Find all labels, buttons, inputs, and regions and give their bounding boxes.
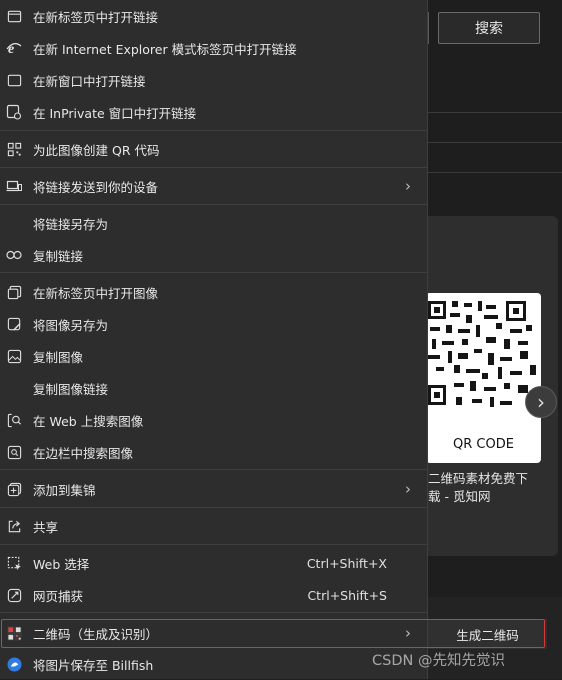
menu-item-copy-image-link[interactable]: 复制图像链接	[0, 372, 427, 404]
ie-icon: e	[6, 40, 22, 56]
menu-item-open-link-ie-mode[interactable]: e 在新 Internet Explorer 模式标签页中打开链接	[0, 32, 427, 64]
card-caption-line: 二维码素材免费下	[428, 471, 529, 486]
menu-item-search-image-sidebar[interactable]: 在边栏中搜索图像	[0, 436, 427, 468]
context-menu: 在新标签页中打开链接 e 在新 Internet Explorer 模式标签页中…	[0, 0, 428, 679]
menu-item-label: 共享	[33, 519, 59, 535]
menu-item-copy-image[interactable]: 复制图像	[0, 340, 427, 372]
menu-item-open-link-new-tab[interactable]: 在新标签页中打开链接	[0, 0, 427, 32]
menu-item-send-to-devices[interactable]: 将链接发送到你的设备 ›	[0, 170, 427, 202]
highlight-outline	[1, 619, 545, 648]
search-button[interactable]: 搜索	[438, 12, 540, 44]
menu-item-label: 在新标签页中打开链接	[33, 9, 159, 25]
menu-item-search-image-web[interactable]: 在 Web 上搜索图像	[0, 404, 427, 436]
web-select-icon	[6, 555, 22, 571]
devices-icon	[6, 178, 22, 194]
menu-item-web-capture[interactable]: 网页捕获 Ctrl+Shift+S	[0, 579, 427, 611]
menu-item-label: 添加到集锦	[33, 482, 96, 498]
menu-item-label: 为此图像创建 QR 代码	[33, 142, 160, 158]
menu-item-create-qr[interactable]: 为此图像创建 QR 代码	[0, 133, 427, 165]
menu-item-label: 在新标签页中打开图像	[33, 285, 159, 301]
menu-item-label: 在 Web 上搜索图像	[33, 413, 144, 429]
link-icon	[6, 247, 22, 263]
menu-item-label: 将图片保存至 Billfish	[33, 657, 154, 673]
divider	[428, 112, 562, 113]
qr-image[interactable]: QR CODE	[426, 293, 541, 463]
menu-item-label: Web 选择	[33, 556, 90, 572]
chevron-right-icon: ›	[405, 480, 411, 498]
menu-separator	[0, 272, 427, 273]
menu-item-label: 在新窗口中打开链接	[33, 73, 146, 89]
image-icon	[6, 348, 22, 364]
menu-item-add-to-collections[interactable]: 添加到集锦 ›	[0, 473, 427, 505]
menu-item-label: 在新 Internet Explorer 模式标签页中打开链接	[33, 41, 297, 57]
menu-item-label: 在边栏中搜索图像	[33, 445, 134, 461]
menu-item-copy-link[interactable]: 复制链接	[0, 239, 427, 271]
billfish-icon	[6, 656, 22, 672]
menu-item-save-image-as[interactable]: 将图像另存为	[0, 308, 427, 340]
menu-separator	[0, 167, 427, 168]
menu-item-label: 复制图像	[33, 349, 84, 365]
menu-item-open-link-new-window[interactable]: 在新窗口中打开链接	[0, 64, 427, 96]
menu-separator	[0, 204, 427, 205]
capture-icon	[6, 587, 22, 603]
menu-item-share[interactable]: 共享	[0, 510, 427, 542]
menu-item-open-image-new-tab[interactable]: 在新标签页中打开图像	[0, 276, 427, 308]
sidebar-search-icon	[6, 444, 22, 460]
carousel-next-button[interactable]: ›	[525, 386, 557, 418]
menu-item-open-link-inprivate[interactable]: 在 InPrivate 窗口中打开链接	[0, 96, 427, 128]
menu-separator	[0, 130, 427, 131]
window-icon	[6, 72, 22, 88]
chevron-right-icon: ›	[405, 177, 411, 195]
menu-item-label: 将链接另存为	[33, 216, 109, 232]
qr-icon	[6, 141, 22, 157]
search-image-icon	[6, 412, 22, 428]
new-tab-icon	[6, 8, 22, 24]
menu-item-web-select[interactable]: Web 选择 Ctrl+Shift+X	[0, 547, 427, 579]
menu-item-label: 在 InPrivate 窗口中打开链接	[33, 105, 197, 121]
image-save-icon	[6, 316, 22, 332]
menu-item-label: 网页捕获	[33, 588, 84, 604]
shortcut-label: Ctrl+Shift+X	[306, 555, 387, 571]
card-caption-line: 载 - 觅知网	[428, 489, 491, 504]
shortcut-label: Ctrl+Shift+S	[307, 587, 387, 603]
card-caption[interactable]: 二维码素材免费下 载 - 觅知网	[428, 470, 528, 506]
collections-icon	[6, 481, 22, 497]
menu-item-label: 复制图像链接	[33, 381, 109, 397]
menu-separator	[0, 469, 427, 470]
divider	[428, 172, 562, 173]
menu-separator	[0, 612, 427, 613]
menu-separator	[0, 544, 427, 545]
divider	[428, 142, 562, 143]
menu-item-label: 复制链接	[33, 248, 84, 264]
share-icon	[6, 518, 22, 534]
menu-item-save-link-as[interactable]: 将链接另存为	[0, 207, 427, 239]
qr-code-label: QR CODE	[453, 437, 514, 452]
menu-item-label: 将图像另存为	[33, 317, 109, 333]
inprivate-icon	[6, 104, 22, 120]
menu-item-save-to-billfish[interactable]: 将图片保存至 Billfish	[0, 648, 427, 680]
image-tab-icon	[6, 284, 22, 300]
qr-code-graphic	[426, 293, 541, 433]
menu-separator	[0, 507, 427, 508]
menu-item-label: 将链接发送到你的设备	[33, 179, 159, 195]
watermark: CSDN @先知先觉识	[372, 653, 505, 669]
